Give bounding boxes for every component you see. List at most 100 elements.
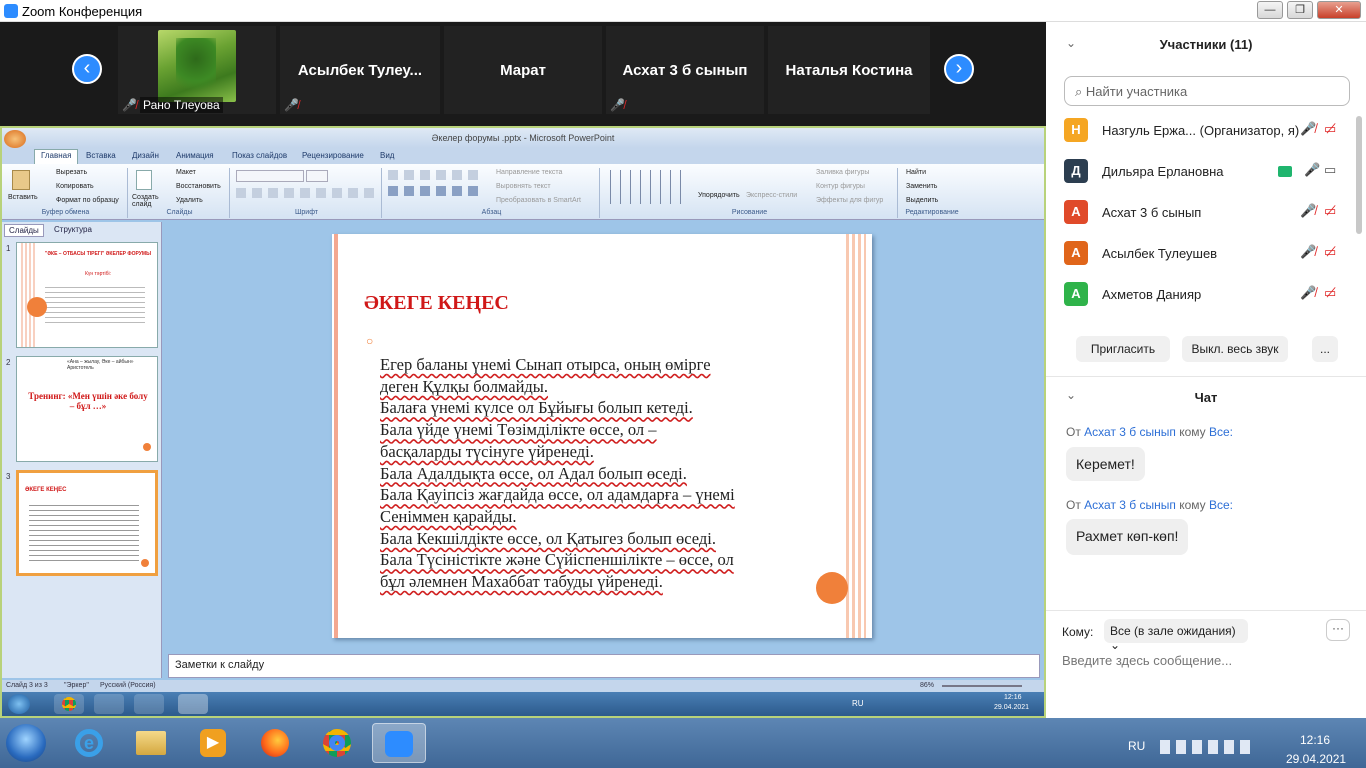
find-button[interactable]: Найти <box>906 169 926 176</box>
delete-slide-button[interactable]: Удалить <box>176 197 203 204</box>
maximize-button[interactable]: ❐ <box>1287 1 1313 19</box>
tab-view[interactable]: Вид <box>380 151 394 160</box>
shape-fill-button[interactable]: Заливка фигуры <box>816 169 869 176</box>
video-tile[interactable]: Асылбек Тулеу... 🎤̸ <box>280 26 440 114</box>
video-off-icon[interactable]: ▭̸ <box>1324 203 1336 219</box>
participant-name: Асылбек Тулеу... <box>297 62 423 79</box>
align-text-button[interactable]: Выровнять текст <box>496 183 551 190</box>
video-off-icon[interactable]: ▭̸ <box>1324 244 1336 260</box>
new-slide-button[interactable]: Создать слайд <box>132 194 160 208</box>
video-off-icon[interactable]: ▭̸ <box>1324 121 1336 137</box>
tab-review[interactable]: Рецензирование <box>302 151 364 160</box>
participant-row[interactable]: А Асхат 3 б сынып 🎤̸ ▭̸ <box>1064 198 1344 228</box>
arrange-button[interactable]: Упорядочить <box>698 192 740 199</box>
tab-slideshow[interactable]: Показ слайдов <box>232 151 287 160</box>
select-button[interactable]: Выделить <box>906 197 938 204</box>
zoom-slider[interactable] <box>942 685 1022 687</box>
text-direction-button[interactable]: Направление текста <box>496 169 562 176</box>
mic-muted-icon[interactable]: 🎤̸ <box>1300 121 1316 137</box>
chat-title: Чат <box>1194 390 1218 405</box>
mic-icon[interactable]: 🎤 <box>1304 162 1320 178</box>
next-page-button[interactable]: › <box>944 54 974 84</box>
participant-row[interactable]: А Асылбек Тулеушев 🎤̸ ▭̸ <box>1064 239 1344 269</box>
reset-button[interactable]: Восстановить <box>176 183 221 190</box>
tray-icons[interactable] <box>1160 740 1256 754</box>
video-tile[interactable]: 🎤̸ Рано Тлеуова <box>118 26 276 114</box>
recipient[interactable]: Все: <box>1209 498 1233 512</box>
tab-home[interactable]: Главная <box>34 149 79 164</box>
mic-muted-icon[interactable]: 🎤̸ <box>1300 285 1316 301</box>
taskbar: e ▶ RU 12:16 29.04.2021 <box>0 718 1366 768</box>
group-label: Буфер обмена <box>41 209 90 216</box>
align-buttons[interactable] <box>388 186 478 196</box>
copy-button[interactable]: Копировать <box>56 183 94 190</box>
video-tile[interactable]: Марат <box>444 26 602 114</box>
mic-muted-icon[interactable]: 🎤̸ <box>1300 244 1316 260</box>
to-label: кому <box>1175 425 1209 439</box>
tab-animation[interactable]: Анимация <box>176 151 214 160</box>
explorer-icon[interactable] <box>124 723 178 763</box>
video-tile[interactable]: Наталья Костина <box>768 26 930 114</box>
zoom-level: 86% <box>920 682 935 689</box>
sender-name[interactable]: Асхат 3 б сынып <box>1084 425 1176 439</box>
shapes-gallery[interactable] <box>608 170 688 204</box>
tab-slides[interactable]: Слайды <box>4 224 44 237</box>
slide-thumbnail[interactable]: "ӘКЕ – ОТБАСЫ ТІРЕГІ" ӘКЕЛЕР ФОРУМЫ Күн … <box>16 242 158 348</box>
firefox-icon[interactable] <box>248 723 302 763</box>
shape-effects-button[interactable]: Эффекты для фигур <box>816 197 883 204</box>
more-button[interactable]: ... <box>1312 336 1338 362</box>
quick-styles-button[interactable]: Экспресс-стили <box>746 192 797 199</box>
tab-outline[interactable]: Структура <box>50 224 96 235</box>
media-player-icon[interactable]: ▶ <box>186 723 240 763</box>
side-panel: ⌄ Участники (11) ⌕ Найти участника Н Наз… <box>1046 22 1366 718</box>
language-indicator[interactable]: RU <box>1128 739 1145 753</box>
font-name-box[interactable] <box>236 170 304 182</box>
video-tile[interactable]: Асхат 3 б сынып 🎤̸ <box>606 26 764 114</box>
minimize-button[interactable]: — <box>1257 1 1283 19</box>
search-input[interactable]: ⌕ Найти участника <box>1064 76 1350 106</box>
office-button-icon[interactable] <box>4 130 26 148</box>
invite-button[interactable]: Пригласить <box>1076 336 1170 362</box>
font-format-buttons[interactable] <box>236 188 376 198</box>
participant-row[interactable]: А Ахметов Данияр 🎤̸ ▭̸ <box>1064 280 1344 310</box>
list-buttons[interactable] <box>388 170 478 180</box>
start-button[interactable] <box>6 724 46 762</box>
clock-date[interactable]: 29.04.2021 <box>1286 752 1346 766</box>
close-button[interactable]: ✕ <box>1317 1 1361 19</box>
current-slide[interactable]: ӘКЕГЕ КЕҢЕС ○ Егер баланы үнемі Сынап от… <box>332 234 872 638</box>
chat-more-button[interactable]: ··· <box>1326 619 1350 641</box>
tab-design[interactable]: Дизайн <box>132 151 159 160</box>
paste-icon <box>12 170 30 190</box>
prev-page-button[interactable]: ‹ <box>72 54 102 84</box>
mic-muted-icon[interactable]: 🎤̸ <box>1300 203 1316 219</box>
cut-button[interactable]: Вырезать <box>56 169 87 176</box>
ie-icon[interactable]: e <box>62 723 116 763</box>
video-icon[interactable]: ▭ <box>1324 162 1336 178</box>
replace-button[interactable]: Заменить <box>906 183 937 190</box>
group-label: Слайды <box>166 209 193 216</box>
shape-outline-button[interactable]: Контур фигуры <box>816 183 865 190</box>
layout-button[interactable]: Макет <box>176 169 196 176</box>
mute-all-button[interactable]: Выкл. весь звук <box>1182 336 1288 362</box>
participant-row[interactable]: Д Дильяра Ерлановна 🎤 ▭ <box>1064 157 1344 187</box>
paste-button[interactable]: Вставить <box>8 194 38 201</box>
notes-pane[interactable]: Заметки к слайду <box>168 654 1040 678</box>
participant-row[interactable]: Н Назгуль Ержа... (Организатор, я) 🎤̸ ▭̸ <box>1064 116 1344 146</box>
clock-time[interactable]: 12:16 <box>1300 733 1330 747</box>
tab-insert[interactable]: Вставка <box>86 151 116 160</box>
chrome-icon[interactable] <box>310 723 364 763</box>
participants-scrollbar[interactable] <box>1356 116 1362 234</box>
slide-thumbnail-selected[interactable]: ӘКЕГЕ КЕҢЕС <box>16 470 158 576</box>
sender-name[interactable]: Асхат 3 б сынып <box>1084 498 1176 512</box>
clock-time: 12:16 <box>1004 694 1022 701</box>
font-size-box[interactable] <box>306 170 328 182</box>
video-off-icon[interactable]: ▭̸ <box>1324 285 1336 301</box>
zoom-taskbar-icon[interactable] <box>372 723 426 763</box>
recipient[interactable]: Все: <box>1209 425 1233 439</box>
share-screen-icon <box>1278 166 1292 177</box>
message-input[interactable]: Введите здесь сообщение... <box>1062 653 1352 668</box>
format-painter-button[interactable]: Формат по образцу <box>56 197 119 204</box>
slide-thumbnail[interactable]: «Ана – жылау, Әке – айбын» Аристотель Тр… <box>16 356 158 462</box>
smartart-button[interactable]: Преобразовать в SmartArt <box>496 197 581 204</box>
recipient-dropdown[interactable]: Все (в зале ожидания) ⌄ <box>1104 619 1248 652</box>
